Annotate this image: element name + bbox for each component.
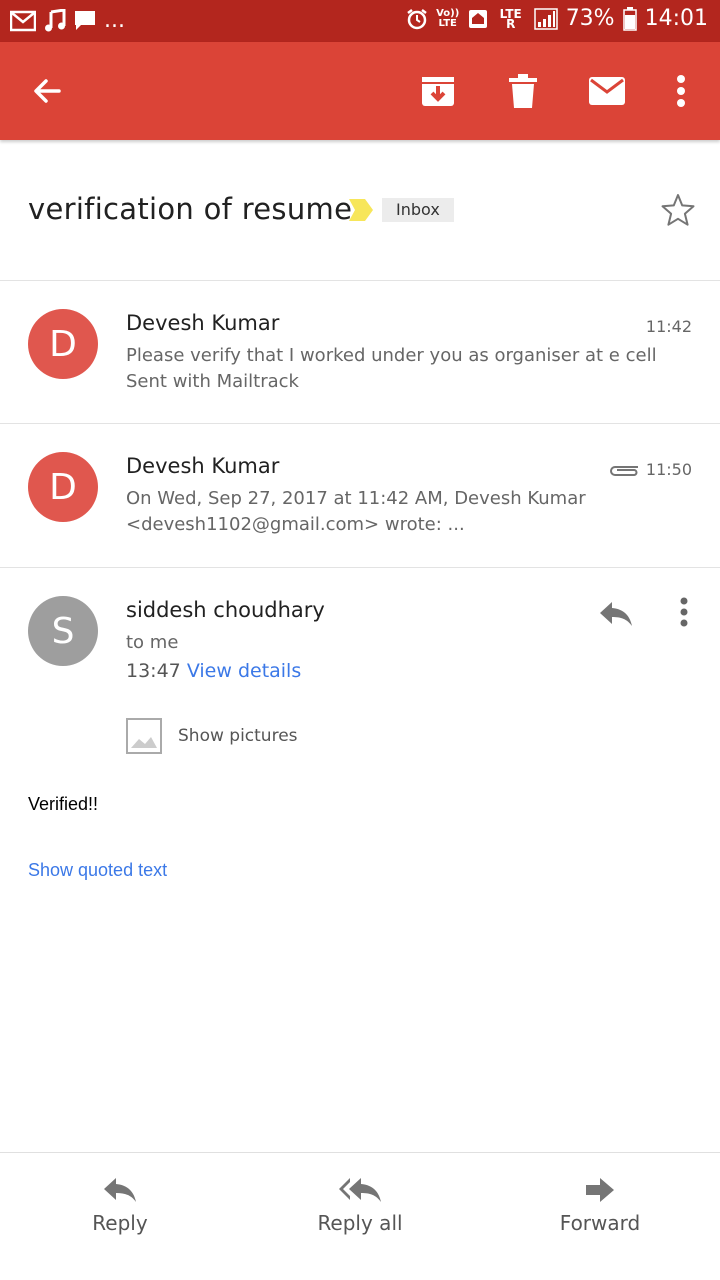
avatar: D [28,452,98,522]
show-quoted-text-link[interactable]: Show quoted text [28,860,167,881]
mark-unread-icon [589,77,625,105]
more-notifications: ... [104,8,125,33]
show-pictures-label: Show pictures [178,726,298,746]
important-marker-icon[interactable] [348,198,374,226]
message-row[interactable]: D Devesh Kumar 11:50 On Wed, Sep 27, 201… [0,424,720,568]
forward-label: Forward [559,1211,641,1235]
message-bubble-icon [74,10,96,32]
forward-icon [586,1178,614,1202]
forward-button[interactable]: Forward [510,1177,690,1235]
message-row[interactable]: D Devesh Kumar 11:42 Please verify that … [0,281,720,424]
more-vert-icon [680,597,688,627]
message-time: 11:50 [645,460,692,479]
notification-icons: ... [10,8,125,33]
back-arrow-icon [34,79,61,103]
view-details-link[interactable]: View details [187,660,301,682]
message-snippet: On Wed, Sep 27, 2017 at 11:42 AM, Devesh… [126,488,586,535]
avatar: S [28,596,98,666]
open-message: S siddesh choudhary to me 13:47 View det… [0,568,720,1148]
inbox-label: Inbox [382,198,454,222]
reply-button[interactable]: Reply [30,1177,210,1235]
system-icons: Vo)) LTE LTE R 73% 14:01 [406,6,708,31]
message-snippet: Please verify that I worked under you as… [126,345,657,392]
volte-indicator: Vo)) LTE [436,7,460,29]
attachment-icon [608,462,640,482]
mark-unread-button[interactable] [582,66,632,116]
recipient: to me [126,632,179,653]
reply-all-button[interactable]: Reply all [270,1177,450,1235]
reply-all-label: Reply all [317,1211,403,1235]
signal-strength-icon [533,7,558,30]
image-placeholder-icon [126,718,162,754]
network-type: LTE R [499,6,522,31]
music-note-icon [44,8,66,33]
message-time: 13:47 View details [126,660,301,682]
status-bar: ... Vo)) LTE LTE R 73% 14:01 [0,0,720,42]
message-reply-button[interactable] [594,592,638,636]
delete-icon [509,74,537,108]
reply-label: Reply [92,1211,148,1235]
subject-row: verification of resume Inbox [0,140,720,281]
sender-name: Devesh Kumar [126,311,280,335]
message-more-button[interactable] [664,590,704,634]
sender-name: Devesh Kumar [126,454,280,478]
message-body: Verified!! [28,794,99,814]
more-options-button[interactable] [656,66,706,116]
show-pictures-button[interactable]: Show pictures [126,718,298,754]
app-bar [0,42,720,140]
battery-icon [622,6,637,31]
bottom-action-bar: Reply Reply all Forward [0,1152,720,1280]
delete-button[interactable] [498,66,548,116]
message-time: 11:42 [645,317,692,336]
star-icon[interactable] [660,192,696,232]
more-vert-icon [677,75,685,107]
battery-percent: 73% [565,6,615,31]
reply-icon [600,602,632,626]
archive-button[interactable] [413,66,463,116]
reply-icon [104,1178,136,1202]
alarm-icon [406,8,428,30]
message-time-value: 13:47 [126,660,181,682]
archive-icon [422,77,454,106]
avatar: D [28,309,98,379]
gmail-notification-icon [10,10,36,32]
sender-name: siddesh choudhary [126,598,325,622]
reply-all-icon [339,1178,381,1202]
thread-subject: verification of resume [28,192,353,226]
clock: 14:01 [644,6,708,31]
home-notification-icon [468,9,488,29]
back-button[interactable] [22,66,72,116]
